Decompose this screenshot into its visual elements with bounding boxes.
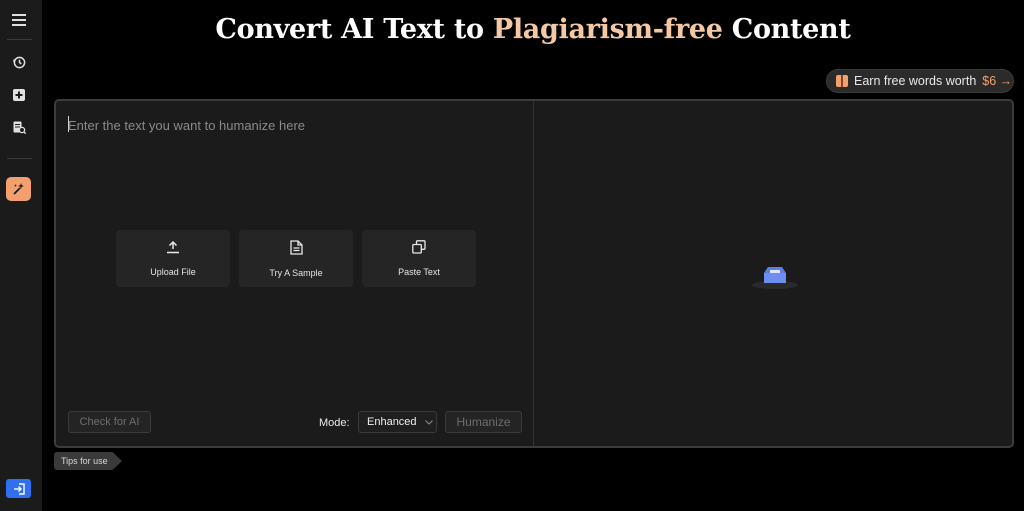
login-icon[interactable] [6, 479, 31, 498]
empty-state-icon [750, 261, 800, 296]
input-pane: Upload File Try A Sample Paste Text Chec… [56, 101, 534, 446]
mode-value: Enhanced [367, 416, 417, 428]
earn-free-words-button[interactable]: Earn free words worth $6 → [826, 69, 1014, 93]
paste-text-label: Paste Text [398, 267, 440, 277]
tips-for-use-tab[interactable]: Tips for use [54, 452, 122, 470]
text-input[interactable] [68, 115, 518, 135]
arrow-right-icon: → [999, 74, 1013, 88]
title-accent: Plagiarism-free [492, 14, 723, 45]
menu-icon[interactable] [11, 13, 27, 27]
document-icon [289, 239, 303, 260]
upload-icon [166, 240, 180, 259]
humanize-button[interactable]: Humanize [445, 411, 522, 433]
chevron-down-icon [424, 416, 433, 428]
output-pane [535, 101, 1012, 446]
try-sample-button[interactable]: Try A Sample [239, 230, 353, 287]
sidebar [0, 0, 42, 511]
earn-amount: $6 → [982, 74, 1013, 88]
check-for-ai-button[interactable]: Check for AI [68, 411, 151, 433]
title-part-2: Content [731, 14, 851, 45]
mode-label: Mode: [319, 417, 350, 429]
earn-label: Earn free words worth [854, 74, 977, 88]
mode-select[interactable]: Enhanced [358, 411, 437, 433]
try-sample-label: Try A Sample [269, 267, 323, 278]
gift-icon [836, 75, 848, 87]
title-part-1: Convert AI Text to [215, 14, 484, 45]
doc-search-icon[interactable] [11, 119, 27, 135]
upload-file-button[interactable]: Upload File [116, 230, 230, 287]
paste-icon [412, 240, 426, 259]
tips-label: Tips for use [61, 456, 108, 466]
page-title: Convert AI Text to Plagiarism-free Conte… [42, 14, 1024, 45]
magic-wand-icon[interactable] [6, 177, 31, 201]
sidebar-divider [7, 158, 32, 159]
upload-file-label: Upload File [150, 267, 196, 277]
history-icon[interactable] [11, 54, 27, 70]
add-icon[interactable] [11, 87, 27, 103]
text-caret [68, 116, 69, 132]
sidebar-divider [7, 39, 32, 40]
humanizer-editor: Upload File Try A Sample Paste Text Chec… [54, 99, 1014, 448]
paste-text-button[interactable]: Paste Text [362, 230, 476, 287]
